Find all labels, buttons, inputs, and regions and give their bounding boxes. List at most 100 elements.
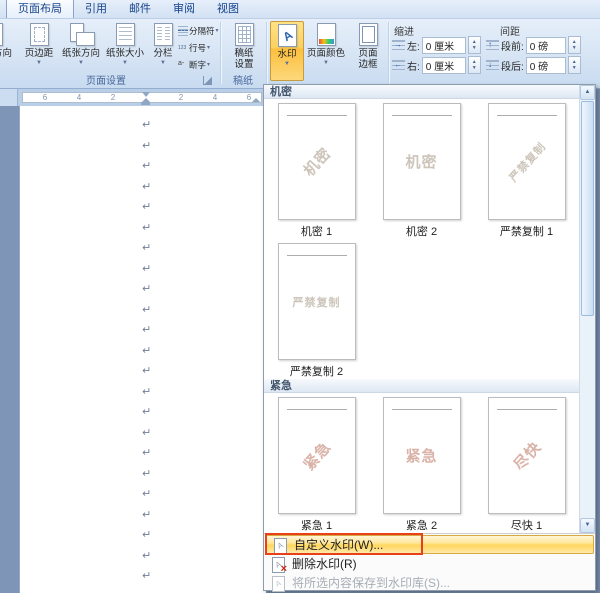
hyphenation-button[interactable]: 断字 ▾ — [178, 57, 220, 72]
dialog-launcher-icon[interactable] — [203, 76, 212, 85]
indent-right-icon — [392, 58, 405, 72]
watermark-option-label: 机密 2 — [405, 226, 438, 238]
chevron-down-icon: ▼ — [36, 60, 42, 66]
spacing-after-stepper[interactable] — [567, 56, 581, 74]
chevron-down-icon: ▾ — [215, 28, 219, 34]
button-label: 纸张大小 — [105, 48, 144, 59]
watermark-dropdown-menu: 机密 机密 机密 1 机密 机密 2 严禁复制 严禁复制 1 严禁复制 严禁复制 2 紧急 紧急 紧急… — [263, 84, 596, 592]
left-indent-marker[interactable] — [141, 102, 150, 105]
scroll-down-icon[interactable]: ▼ — [580, 518, 595, 533]
spacing-after-input[interactable] — [525, 56, 566, 74]
tab-view[interactable]: 视图 — [206, 0, 250, 18]
paragraph-mark: ↵ — [142, 221, 152, 234]
ribbon-tabs: 页面布局 引用 邮件 审阅 视图 — [0, 0, 600, 19]
ruler-corner — [0, 89, 18, 106]
paragraph-mark: ↵ — [142, 160, 152, 172]
spacing-before-stepper[interactable] — [567, 36, 581, 54]
group-divider — [388, 22, 389, 84]
orientation-button[interactable]: 纸张方向 ▼ — [60, 21, 102, 79]
watermark-option-confidential-1[interactable]: 机密机密 1 — [264, 99, 369, 239]
indent-left-row: 左: — [392, 36, 481, 54]
text-direction-button[interactable]: 文字方向 ▼ — [0, 21, 16, 79]
watermark-preview-text: 紧急 — [300, 439, 335, 474]
field-label: 左: — [407, 41, 420, 53]
indent-left-stepper[interactable] — [467, 36, 481, 54]
watermark-option-label: 机密 1 — [300, 226, 333, 238]
watermark-option-label: 紧急 2 — [405, 520, 438, 532]
watermark-option-do-not-copy-1[interactable]: 严禁复制 严禁复制 1 — [474, 99, 579, 239]
watermark-button[interactable]: 水印 ▼ — [270, 21, 304, 81]
paragraph-mark: ↵ — [142, 529, 152, 541]
menu-item-save-to-watermark-gallery: 将所选内容保存到水印库(S)... — [264, 573, 595, 592]
page-border-icon — [355, 21, 381, 47]
remove-watermark-icon — [270, 556, 287, 575]
tab-mailings[interactable]: 邮件 — [118, 0, 162, 18]
field-label: 右: — [407, 61, 420, 73]
tab-references[interactable]: 引用 — [74, 0, 118, 18]
paragraph-mark: ↵ — [142, 180, 152, 193]
document-page[interactable]: ↵ ↵ ↵ ↵ ↵ ↵ ↵ ↵ ↵ ↵ ↵ ↵ ↵ ↵ ↵ ↵ ↵ ↵ ↵ ↵ ↵ ↵ ↵ — [20, 106, 266, 593]
indent-right-stepper[interactable] — [467, 56, 481, 74]
page-border-button[interactable]: 页面边框 — [350, 21, 386, 79]
watermark-option-urgent-2[interactable]: 紧急 紧急 2 — [369, 393, 474, 533]
chevron-down-icon: ▼ — [160, 60, 166, 66]
custom-watermark-icon — [272, 537, 288, 554]
watermark-option-urgent-1[interactable]: 紧急紧急 1 — [264, 393, 369, 533]
paragraph-mark: ↵ — [142, 119, 152, 131]
spacing-before-input[interactable] — [525, 36, 566, 54]
save-watermark-icon — [270, 575, 286, 592]
button-label: 文字方向 — [0, 48, 12, 59]
button-label: 页面颜色 — [306, 48, 345, 59]
paragraph-mark: ↵ — [142, 303, 152, 316]
paragraph-mark: ↵ — [142, 283, 152, 295]
indent-left-input[interactable] — [421, 36, 466, 54]
page-color-button[interactable]: 页面颜色 ▼ — [304, 21, 348, 79]
watermark-option-asap-1[interactable]: 尽快 尽快 1 — [474, 393, 579, 533]
watermark-option-confidential-2[interactable]: 机密 机密 2 — [369, 99, 474, 239]
text-direction-icon — [0, 21, 6, 47]
watermark-preview-text: 机密 — [300, 145, 335, 180]
scroll-up-icon[interactable]: ▲ — [580, 85, 595, 100]
page-color-icon — [313, 21, 339, 47]
gallery-scrollbar[interactable]: ▲ ▼ — [579, 85, 595, 533]
indent-right-input[interactable] — [421, 56, 466, 74]
watermark-menu-commands: 自定义水印(W)... 删除水印(R) 将所选内容保存到水印库(S)... — [264, 533, 595, 592]
breaks-button[interactable]: 分隔符 ▾ — [178, 23, 220, 38]
line-numbers-icon — [178, 43, 188, 53]
watermark-option-label: 紧急 1 — [300, 520, 333, 532]
watermark-option-do-not-copy-2[interactable]: 严禁复制 严禁复制 2 — [264, 239, 369, 379]
watermark-preview: 尽快 — [487, 397, 566, 514]
indent-left-icon — [392, 38, 405, 52]
watermark-preview: 严禁复制 — [277, 243, 356, 360]
button-label: 分隔符 — [189, 25, 215, 36]
tab-review[interactable]: 审阅 — [162, 0, 206, 18]
ruler-number: 6 — [246, 93, 252, 102]
gallery-header-confidential: 机密 — [264, 85, 579, 99]
horizontal-ruler[interactable]: 6 4 2 2 4 6 — [0, 89, 264, 106]
grid-paper-settings-button[interactable]: 稿纸设置 — [224, 21, 264, 79]
tab-page-layout[interactable]: 页面布局 — [6, 0, 74, 18]
gallery-header-urgent: 紧急 — [264, 379, 579, 393]
columns-button[interactable]: 分栏 ▼ — [148, 21, 178, 79]
chevron-down-icon: ▼ — [284, 61, 290, 67]
margins-button[interactable]: 页边距 ▼ — [20, 21, 58, 79]
spacing-before-row: 段前: — [486, 36, 581, 54]
paper-size-button[interactable]: 纸张大小 ▼ — [104, 21, 146, 79]
paragraph-mark: ↵ — [142, 549, 152, 562]
menu-item-remove-watermark[interactable]: 删除水印(R) — [264, 554, 595, 575]
button-label: 行号 — [189, 42, 207, 53]
right-indent-marker[interactable] — [252, 98, 260, 102]
line-numbers-button[interactable]: 行号 ▾ — [178, 40, 220, 55]
first-line-indent-marker[interactable] — [142, 92, 150, 97]
paragraph-mark: ↵ — [142, 447, 152, 459]
menu-item-custom-watermark[interactable]: 自定义水印(W)... — [265, 535, 594, 554]
paragraph-mark: ↵ — [142, 406, 152, 418]
paragraph-mark: ↵ — [142, 467, 152, 480]
indent-right-row: 右: — [392, 56, 481, 74]
scrollbar-thumb[interactable] — [581, 101, 594, 316]
ruler-number: 2 — [178, 93, 184, 102]
ruler-number: 6 — [42, 93, 48, 102]
field-label: 段后: — [501, 61, 524, 73]
watermark-preview-text: 尽快 — [510, 439, 545, 474]
paragraph-mark: ↵ — [142, 385, 152, 398]
